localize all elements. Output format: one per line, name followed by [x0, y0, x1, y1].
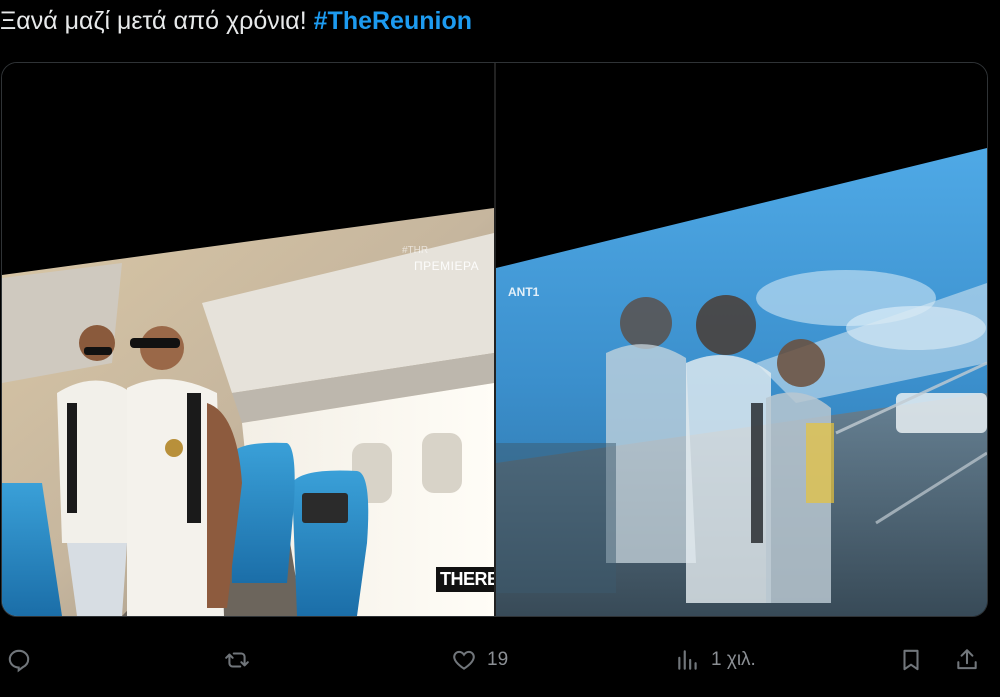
airport-photo — [496, 63, 987, 616]
hashtag-link[interactable]: #TheReunion — [314, 7, 472, 35]
bookmark-icon — [903, 649, 919, 671]
ant1-logo: ANT1 — [508, 285, 540, 299]
retweet-icon — [225, 652, 249, 668]
airplane-cabin-photo — [2, 63, 494, 616]
premiere-tag: ΠΡΕΜΙΕΡΑ — [414, 259, 480, 273]
share-icon — [957, 649, 977, 670]
tweet-action-bar: 19 1 χιλ. — [0, 638, 1000, 682]
tweet-text: Ξανά μαζί μετά από χρόνια! #TheReunion — [0, 6, 472, 36]
the-reunion-logo: THEREU — [436, 567, 494, 592]
views-icon — [678, 650, 697, 670]
media-container[interactable]: ΠΡΕΜΙΕΡΑ #THR THEREU — [1, 62, 988, 617]
heart-icon — [453, 650, 475, 670]
views-count: 1 χιλ. — [711, 649, 756, 670]
like-count: 19 — [487, 649, 509, 670]
reply-icon — [8, 649, 30, 673]
media-image-left[interactable]: ΠΡΕΜΙΕΡΑ #THR THEREU — [2, 63, 494, 616]
channel-watermark: #THR — [402, 245, 429, 256]
tweet-body: Ξανά μαζί μετά από χρόνια! — [0, 7, 314, 35]
like-button[interactable]: 19 — [451, 638, 508, 682]
reply-button[interactable] — [6, 638, 32, 682]
media-image-right[interactable]: ANT1 — [496, 63, 987, 616]
views-button[interactable]: 1 χιλ. — [675, 638, 756, 682]
retweet-button[interactable] — [224, 638, 250, 682]
share-button[interactable] — [954, 638, 980, 682]
bookmark-button[interactable] — [898, 638, 924, 682]
